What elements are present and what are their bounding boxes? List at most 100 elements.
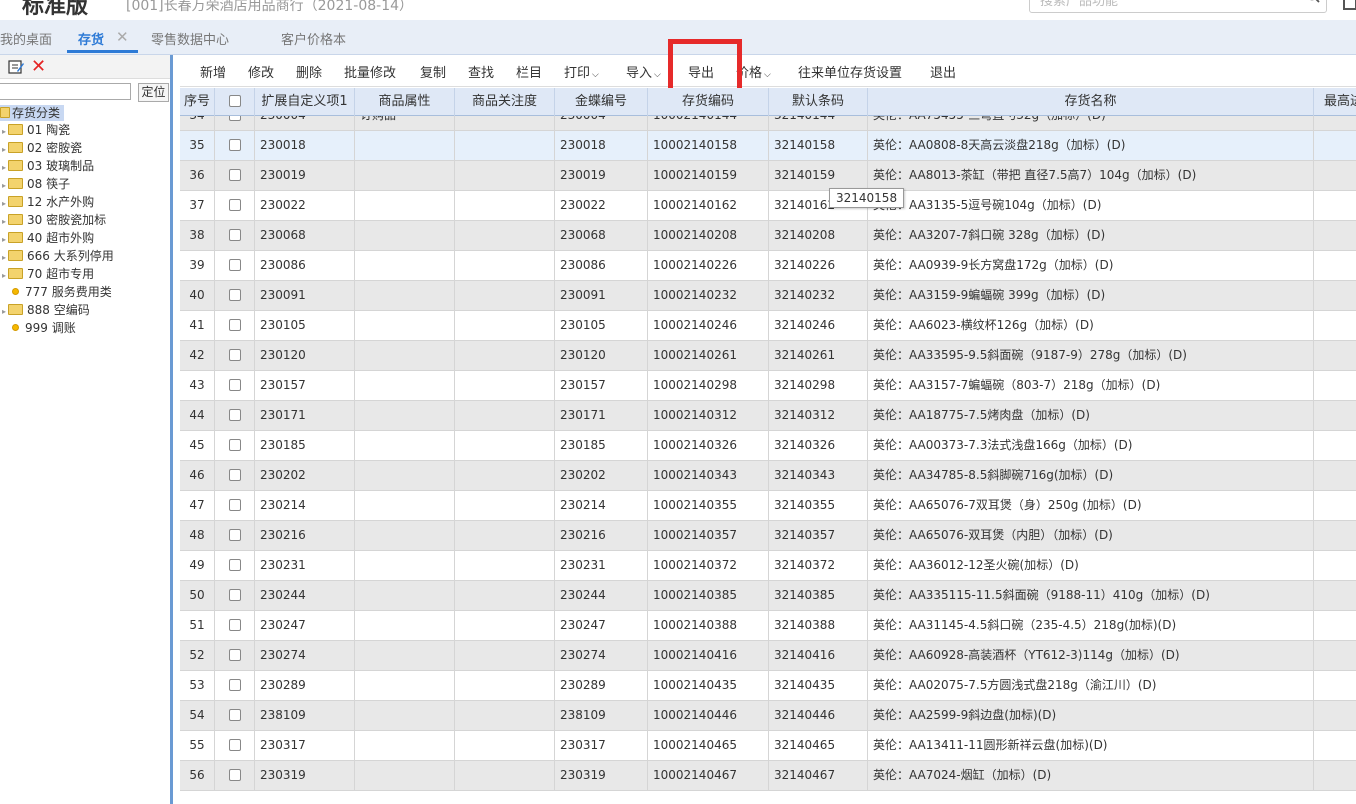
table-row[interactable]: 36 230019 230019 10002140159 32140159 英伦：AA80… (180, 161, 1356, 191)
cell-name: 英伦：AA0808-8天高云淡盘218g（加标）(D) (868, 131, 1314, 161)
row-checkbox[interactable] (228, 529, 241, 541)
delete-icon[interactable]: ✕ (31, 56, 46, 77)
col-header-ext[interactable]: 扩展自定义项1 (255, 88, 355, 116)
table-row[interactable]: 55 230317 230317 10002140465 32140465 英伦：AA13… (180, 731, 1356, 761)
window-icon[interactable] (1343, 0, 1356, 10)
col-header-attr[interactable]: 商品属性 (355, 88, 455, 116)
tree-item[interactable]: ▸ 40 超市外购 (2, 229, 94, 247)
row-checkbox[interactable] (228, 169, 241, 181)
table-row[interactable]: 34230004订购品2300041000214014432140144英伦：A… (180, 116, 1356, 131)
search-icon[interactable] (1306, 0, 1320, 3)
cell-code: 10002140416 (648, 641, 769, 671)
table-row[interactable]: 38 230068 230068 10002140208 32140208 英伦：AA32… (180, 221, 1356, 251)
table-row[interactable]: 40 230091 230091 10002140232 32140232 英伦：AA31… (180, 281, 1356, 311)
tree-item[interactable]: ▸ 666 大系列停用 (2, 247, 114, 265)
tree-item[interactable]: ▸ 08 筷子 (2, 175, 70, 193)
row-checkbox[interactable] (228, 199, 241, 211)
table-row[interactable]: 50 230244 230244 10002140385 32140385 英伦：AA33… (180, 581, 1356, 611)
edit-button[interactable]: 修改 (248, 62, 274, 81)
row-checkbox[interactable] (228, 439, 241, 451)
locate-button[interactable]: 定位 (138, 83, 169, 102)
row-checkbox[interactable] (228, 769, 241, 781)
col-header-kd[interactable]: 金蝶编号 (555, 88, 648, 116)
row-checkbox[interactable] (228, 589, 241, 601)
table-row[interactable]: 41 230105 230105 10002140246 32140246 英伦：AA60… (180, 311, 1356, 341)
row-checkbox[interactable] (228, 649, 241, 661)
row-checkbox[interactable] (228, 469, 241, 481)
edit-icon[interactable] (8, 59, 24, 75)
row-checkbox[interactable] (228, 349, 241, 361)
table-row[interactable]: 54 238109 238109 10002140446 32140446 英伦：AA25… (180, 701, 1356, 731)
add-button[interactable]: 新增 (200, 62, 226, 81)
row-checkbox[interactable] (228, 139, 241, 151)
table-row[interactable]: 42 230120 230120 10002140261 32140261 英伦：AA33… (180, 341, 1356, 371)
table-row[interactable]: 35 230018 230018 10002140158 32140158 英伦：AA08… (180, 131, 1356, 161)
col-header-name[interactable]: 存货名称 (868, 88, 1314, 116)
tree-item[interactable]: ▸ 01 陶瓷 (2, 121, 70, 139)
tab-inventory[interactable]: 存货 (78, 29, 104, 48)
row-checkbox[interactable] (228, 409, 241, 421)
row-checkbox[interactable] (228, 739, 241, 751)
tree-item[interactable]: ▸ 30 密胺瓷加标 (2, 211, 106, 229)
row-checkbox[interactable] (228, 379, 241, 391)
table-row[interactable]: 56 230319 230319 10002140467 32140467 英伦：AA70… (180, 761, 1356, 791)
table-row[interactable]: 43 230157 230157 10002140298 32140298 英伦：AA31… (180, 371, 1356, 401)
col-header-barcode[interactable]: 默认条码 (769, 88, 868, 116)
cell-max (1314, 251, 1356, 281)
tree-item[interactable]: ▸ 12 水产外购 (2, 193, 94, 211)
row-checkbox[interactable] (228, 289, 241, 301)
category-search-input[interactable] (0, 83, 131, 100)
row-checkbox[interactable] (228, 619, 241, 631)
tree-item[interactable]: 777 服务费用类 (2, 283, 112, 301)
row-checkbox[interactable] (228, 559, 241, 571)
tree-root[interactable]: 存货分类 (0, 105, 65, 121)
tree-item[interactable]: ▸ 03 玻璃制品 (2, 157, 94, 175)
table-row[interactable]: 49 230231 230231 10002140372 32140372 英伦：AA36… (180, 551, 1356, 581)
tab-retail-data[interactable]: 零售数据中心 (151, 29, 229, 48)
col-header-no[interactable]: 序号 (180, 88, 215, 116)
partner-settings-button[interactable]: 往来单位存货设置 (798, 62, 902, 81)
col-header-focus[interactable]: 商品关注度 (455, 88, 555, 116)
cell-max (1314, 311, 1356, 341)
search-input[interactable]: 搜索产品功能 (1029, 0, 1327, 13)
select-all-checkbox[interactable] (228, 95, 241, 107)
row-checkbox[interactable] (228, 116, 241, 121)
table-row[interactable]: 39 230086 230086 10002140226 32140226 英伦：AA09… (180, 251, 1356, 281)
row-checkbox[interactable] (228, 709, 241, 721)
table-row[interactable]: 37 230022 230022 10002140162 32140162 英伦：AA31… (180, 191, 1356, 221)
col-header-max[interactable]: 最高进 (1314, 88, 1356, 116)
find-button[interactable]: 查找 (468, 62, 494, 81)
tree-item[interactable]: ▸ 02 密胺瓷 (2, 139, 82, 157)
col-header-code[interactable]: 存货编码 (648, 88, 769, 116)
table-row[interactable]: 51 230247 230247 10002140388 32140388 英伦：AA31… (180, 611, 1356, 641)
copy-button[interactable]: 复制 (420, 62, 446, 81)
table-row[interactable]: 46 230202 230202 10002140343 32140343 英伦：AA34… (180, 461, 1356, 491)
close-icon[interactable]: ✕ (116, 28, 129, 46)
tree-item[interactable]: ▸ 888 空编码 (2, 301, 90, 319)
import-button[interactable]: 导入 ⌵ (626, 62, 661, 81)
table-row[interactable]: 44 230171 230171 10002140312 32140312 英伦：AA18… (180, 401, 1356, 431)
table-row[interactable]: 47 230214 230214 10002140355 32140355 英伦：AA65… (180, 491, 1356, 521)
col-header-check[interactable] (215, 88, 255, 116)
row-checkbox[interactable] (228, 499, 241, 511)
tab-customer-price[interactable]: 客户价格本 (281, 29, 346, 48)
cell-name: 英伦：AA7024-烟缸（加标）(D) (868, 761, 1314, 791)
table-row[interactable]: 52 230274 230274 10002140416 32140416 英伦：AA60… (180, 641, 1356, 671)
row-checkbox[interactable] (228, 319, 241, 331)
batch-edit-button[interactable]: 批量修改 (344, 62, 396, 81)
print-button[interactable]: 打印 ⌵ (564, 62, 599, 81)
table-row[interactable]: 53 230289 230289 10002140435 32140435 英伦：AA02… (180, 671, 1356, 701)
cell-focus (455, 431, 555, 461)
table-row[interactable]: 45 230185 230185 10002140326 32140326 英伦：AA00… (180, 431, 1356, 461)
row-checkbox[interactable] (228, 259, 241, 271)
cell-kd: 230247 (555, 611, 648, 641)
exit-button[interactable]: 退出 (930, 62, 956, 81)
tab-desktop[interactable]: 我的桌面 (0, 29, 52, 48)
row-checkbox[interactable] (228, 229, 241, 241)
tree-item[interactable]: 999 调账 (2, 319, 76, 337)
table-row[interactable]: 48 230216 230216 10002140357 32140357 英伦：AA65… (180, 521, 1356, 551)
tree-item[interactable]: ▸ 70 超市专用 (2, 265, 94, 283)
row-checkbox[interactable] (228, 679, 241, 691)
columns-button[interactable]: 栏目 (516, 62, 542, 81)
delete-button[interactable]: 删除 (296, 62, 322, 81)
